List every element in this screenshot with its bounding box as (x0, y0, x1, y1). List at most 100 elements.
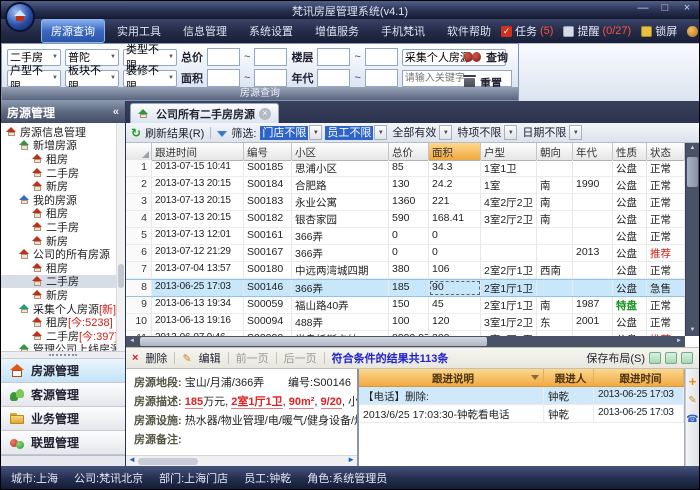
table-row[interactable]: 82013-06-25 17:03S00146366弄185902室1厅1卫公盘… (126, 279, 685, 297)
layout-option-icon[interactable] (665, 352, 677, 364)
minimize-button[interactable]: — (635, 2, 651, 14)
horizontal-scrollbar-thumb[interactable] (140, 337, 487, 346)
close-button[interactable]: × (679, 2, 695, 14)
table-row[interactable]: 42013-07-13 20:15S00182银杏家园590168.413室2厅… (126, 211, 685, 228)
query-button[interactable]: 查询 (464, 49, 508, 65)
menu-tab[interactable]: 手机梵讯 (371, 19, 435, 43)
menu-tab[interactable]: 信息管理 (173, 19, 237, 43)
horizontal-scrollbar[interactable]: ◄ ► (126, 336, 685, 347)
tree-scrollbar-thumb[interactable] (118, 264, 124, 288)
detail-scrollbar-thumb[interactable] (138, 458, 198, 465)
business-icon (9, 412, 25, 426)
cell-code: S00182 (244, 211, 292, 227)
block-dropdown[interactable]: 板块不限▼ (65, 70, 119, 87)
price-min-input[interactable] (207, 48, 240, 66)
sidebar-nav-业务管理[interactable]: 业务管理 (1, 407, 125, 431)
table-row[interactable]: 92013-06-13 19:34S00059福山路40弄150452室1厅1卫… (126, 297, 685, 314)
sidebar-nav-联盟管理[interactable]: 联盟管理 (1, 431, 125, 455)
sidebar-tree-item[interactable]: 管理公司上线房源 (1, 343, 125, 352)
status-item: 城市:上海 (11, 470, 58, 486)
tab-company-secondhand[interactable]: 公司所有二手房房源 × (130, 103, 279, 123)
filter-dropdown[interactable]: 特项不限▼ (455, 125, 517, 140)
menu-tab[interactable]: 增值服务 (305, 19, 369, 43)
edit-button[interactable]: 编辑 (199, 350, 221, 366)
column-header[interactable]: 小区 (292, 143, 389, 160)
menubar-remind[interactable]: 提醒(0/27) (563, 23, 631, 39)
menu-tab[interactable]: 实用工具 (107, 19, 171, 43)
menubar-task[interactable]: ✓任务(5) (501, 23, 553, 39)
sidebar-nav-客源管理[interactable]: 客源管理 (1, 383, 125, 407)
vertical-scrollbar[interactable]: ▲ ▼ (685, 143, 699, 336)
table-row[interactable]: 22013-07-13 20:15S00184合肥路13024.21室南1990… (126, 177, 685, 194)
filter-dropdown[interactable]: 门店不限▼ (260, 125, 322, 140)
filter-dropdown[interactable]: 日期不限▼ (520, 125, 582, 140)
menubar-lock[interactable]: 锁屏 (641, 23, 677, 39)
menu-tab[interactable]: 软件帮助 (437, 19, 501, 43)
column-header[interactable]: 状态 (647, 143, 685, 160)
prev-page-button[interactable]: 前一页 (236, 350, 269, 366)
menubar-theme[interactable]: 主题▼ (687, 23, 700, 39)
filter-dropdown[interactable]: 员工不限▼ (325, 125, 387, 140)
menu-tab[interactable]: 系统设置 (239, 19, 303, 43)
column-header[interactable]: 年代 (573, 143, 613, 160)
splitter-handle[interactable] (1, 351, 125, 359)
followup-column-header[interactable]: 跟进说明 (359, 369, 544, 386)
sidebar-nav-房源管理[interactable]: 房源管理 (1, 359, 125, 383)
next-page-button[interactable]: 后一页 (284, 350, 317, 366)
tree-scrollbar[interactable] (116, 123, 125, 351)
maximize-button[interactable]: □ (657, 2, 673, 14)
chevron-down-icon: ▼ (569, 125, 582, 140)
price-max-input[interactable] (254, 48, 287, 66)
table-row[interactable]: 52013-07-13 12:01S00161366弄00公盘正常 (126, 228, 685, 245)
year-max-input[interactable] (365, 69, 398, 87)
area-max-input[interactable] (254, 69, 287, 87)
floor-min-input[interactable] (317, 48, 350, 66)
filter-dropdown[interactable]: 全部有效▼ (390, 125, 452, 140)
column-header[interactable]: 跟进时间 (152, 143, 244, 160)
cell-estate: 中远两湾城四期 (292, 262, 389, 278)
column-header[interactable]: 面积 (429, 143, 481, 160)
detail-horizontal-scrollbar[interactable]: ◄ ► (126, 455, 357, 466)
table-row[interactable]: 32013-07-13 20:15S00183永业公寓13602214室2厅2卫… (126, 194, 685, 211)
scroll-right-icon[interactable]: ► (347, 455, 355, 465)
column-header[interactable] (126, 143, 152, 160)
column-header[interactable]: 总价 (389, 143, 429, 160)
menu-tab[interactable]: 房源查询 (41, 19, 105, 43)
table-row[interactable]: 72013-07-04 13:57S00180中远两湾城四期3801062室2厅… (126, 262, 685, 279)
cell-status: 推荐 (647, 245, 685, 261)
add-followup-icon[interactable]: + (689, 377, 697, 387)
floor-max-input[interactable] (365, 48, 398, 66)
column-header[interactable]: 朝向 (537, 143, 573, 160)
column-header[interactable]: 编号 (244, 143, 292, 160)
tab-close-icon[interactable]: × (259, 108, 271, 120)
decoration-dropdown[interactable]: 装修不限▼ (123, 70, 177, 87)
save-layout-button[interactable]: 保存布局(S) (586, 350, 693, 366)
vertical-scrollbar-thumb[interactable] (687, 157, 698, 187)
column-header[interactable]: 户型 (481, 143, 537, 160)
followup-column-header[interactable]: 跟进人 (544, 369, 594, 386)
area-min-input[interactable] (207, 69, 240, 87)
scroll-down-icon[interactable]: ▼ (686, 325, 699, 336)
year-min-input[interactable] (317, 69, 350, 87)
status-item: 公司:梵讯北京 (74, 470, 143, 486)
table-row[interactable]: 102013-06-13 19:16S00094488弄1001203室1厅2卫… (126, 314, 685, 331)
followup-column-header[interactable]: 跟进时间 (594, 369, 684, 386)
edit-followup-icon[interactable]: ✎ (688, 396, 696, 406)
scroll-left-icon[interactable]: ◄ (126, 336, 138, 347)
table-row[interactable]: 12013-07-15 10:41S00185思浦小区8534.31室1卫公盘正… (126, 160, 685, 177)
layout-option-icon[interactable] (649, 352, 661, 364)
collapse-icon[interactable]: « (113, 106, 119, 118)
phone-icon[interactable]: ☎ (686, 415, 698, 425)
scroll-up-icon[interactable]: ▲ (686, 143, 699, 154)
scroll-left-icon[interactable]: ◄ (128, 455, 136, 465)
followup-row[interactable]: 【电话】删除:钟乾2013-06-25 17:03 (359, 387, 684, 405)
layout-option-icon[interactable] (681, 352, 693, 364)
scroll-right-icon[interactable]: ► (673, 336, 685, 347)
refresh-button[interactable]: 刷新结果(R) (145, 125, 204, 141)
delete-button[interactable]: 删除 (145, 350, 167, 366)
column-header[interactable]: 性质 (613, 143, 647, 160)
layout-dropdown[interactable]: 户型不限▼ (7, 70, 61, 87)
followup-row[interactable]: 2013/6/25 17:03:30-钟乾看电话钟乾2013-06-25 17:… (359, 405, 684, 423)
cell-layout: 1室1卫 (481, 160, 537, 176)
table-row[interactable]: 62013-07-12 21:29S00167366弄002013公盘推荐 (126, 245, 685, 262)
